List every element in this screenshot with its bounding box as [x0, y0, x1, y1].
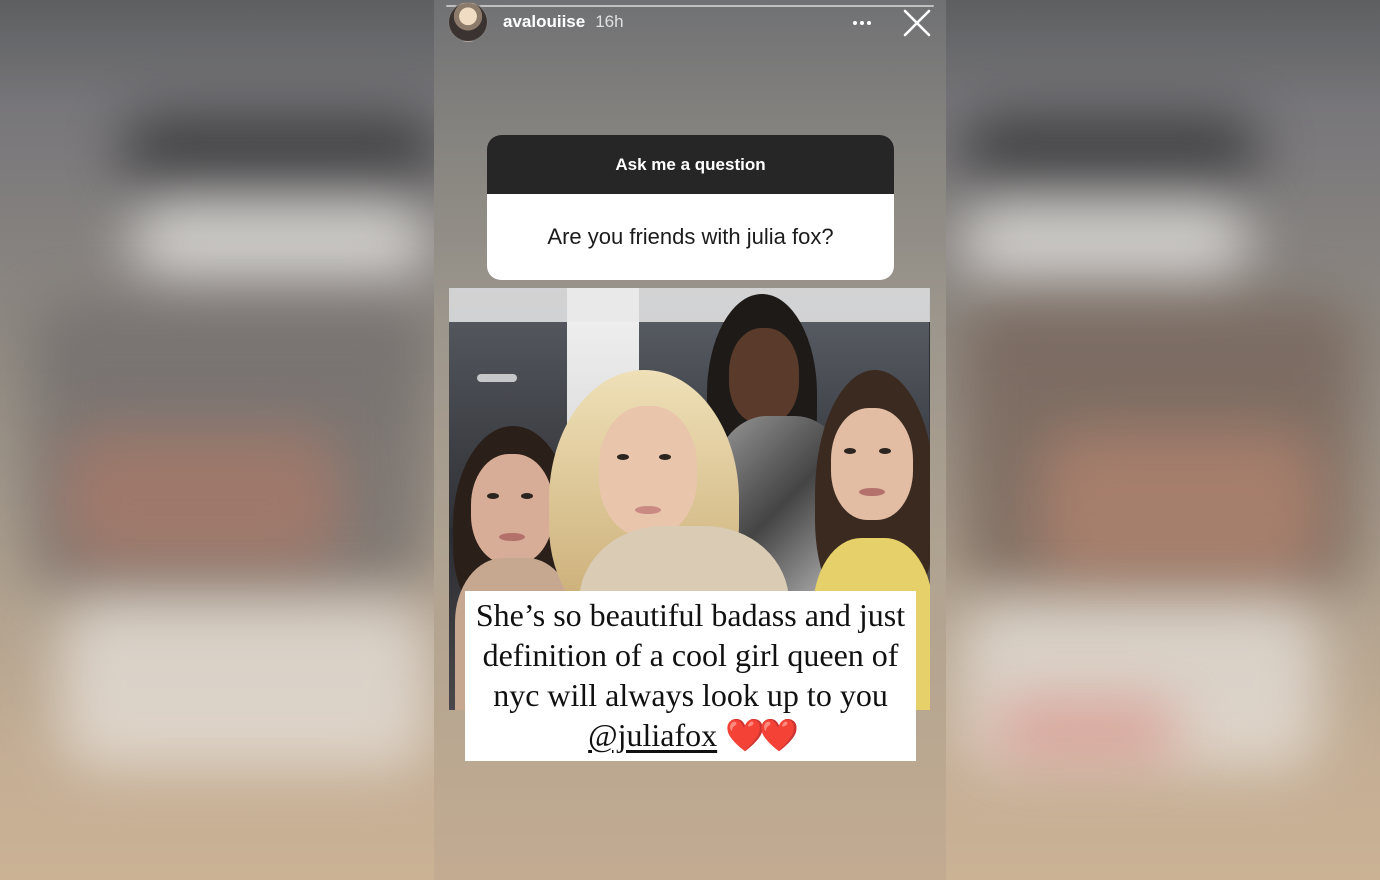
caption-text-sticker: She’s so beautiful badass and just defin…: [465, 591, 916, 761]
story-viewer[interactable]: avalouiise 16h Ask me a question Are you…: [434, 0, 946, 880]
question-sticker-prompt: Ask me a question: [487, 135, 894, 194]
heart-emoji-icon: ❤️❤️: [725, 717, 799, 753]
question-sticker-question: Are you friends with julia fox?: [547, 224, 834, 249]
username[interactable]: avalouiise: [503, 12, 585, 32]
close-icon: [903, 9, 931, 37]
mention-link[interactable]: @juliafox: [588, 717, 717, 753]
more-horizontal-icon: [853, 21, 857, 25]
caption-text: She’s so beautiful badass and just defin…: [475, 597, 906, 713]
close-button[interactable]: [900, 6, 934, 40]
avatar[interactable]: [448, 2, 488, 42]
more-options-button[interactable]: [846, 10, 878, 36]
story-header: avalouiise 16h: [448, 2, 934, 42]
timestamp: 16h: [595, 12, 624, 31]
question-sticker[interactable]: Ask me a question Are you friends with j…: [487, 135, 894, 280]
